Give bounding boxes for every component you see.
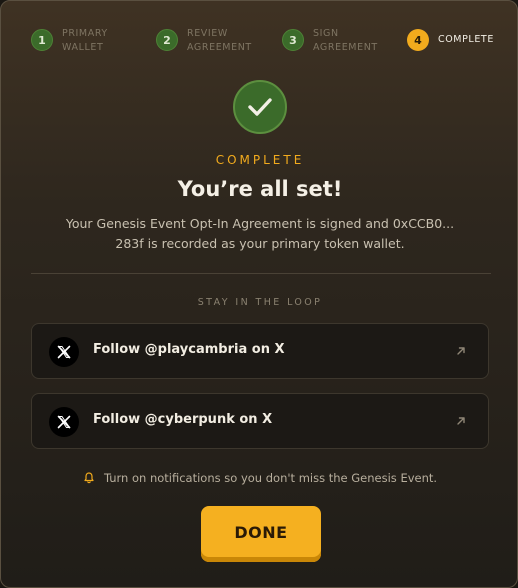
follow-link-label: Follow @playcambria on X: [93, 342, 285, 357]
divider: [31, 273, 491, 274]
follow-cyberpunk-link[interactable]: Follow @cyberpunk on X: [31, 393, 489, 449]
check-icon: [248, 98, 272, 116]
external-link-icon: [457, 347, 465, 355]
step-label: PRIMARY WALLET: [62, 27, 142, 55]
step-label-line: WALLET: [62, 42, 104, 53]
step-label: COMPLETE: [438, 34, 494, 45]
step-label-line: AGREEMENT: [313, 42, 378, 53]
step-label: REVIEW AGREEMENT: [187, 27, 267, 55]
step-label-line: REVIEW: [187, 28, 228, 39]
bell-icon: [84, 472, 94, 484]
progress-stepper: 1 PRIMARY WALLET 2 REVIEW AGREEMENT 3 SI…: [31, 27, 501, 57]
step-review-agreement: 2 REVIEW AGREEMENT: [156, 27, 267, 55]
done-button-label: DONE: [234, 523, 288, 542]
step-number: 1: [31, 29, 53, 51]
step-number: 2: [156, 29, 178, 51]
step-number: 4: [407, 29, 429, 51]
step-label-line: AGREEMENT: [187, 42, 252, 53]
step-sign-agreement: 3 SIGN AGREEMENT: [282, 27, 393, 55]
step-primary-wallet: 1 PRIMARY WALLET: [31, 27, 142, 55]
step-label-line: SIGN: [313, 28, 339, 39]
follow-link-label: Follow @cyberpunk on X: [93, 412, 273, 427]
success-badge: [233, 80, 287, 134]
x-logo-icon: [49, 337, 79, 367]
notification-notice: Turn on notifications so you don't miss …: [1, 471, 517, 485]
done-button[interactable]: DONE: [201, 506, 321, 562]
x-logo-icon: [49, 407, 79, 437]
step-number: 3: [282, 29, 304, 51]
step-label: SIGN AGREEMENT: [313, 27, 393, 55]
notice-text: Turn on notifications so you don't miss …: [103, 471, 438, 485]
completion-modal: 1 PRIMARY WALLET 2 REVIEW AGREEMENT 3 SI…: [0, 0, 518, 588]
status-label: COMPLETE: [215, 153, 305, 167]
page-title: You’re all set!: [177, 177, 343, 201]
follow-playcambria-link[interactable]: Follow @playcambria on X: [31, 323, 489, 379]
step-label-line: PRIMARY: [62, 28, 108, 39]
external-link-icon: [457, 417, 465, 425]
status-description: Your Genesis Event Opt-In Agreement is s…: [65, 216, 455, 251]
section-label-stay-in-loop: STAY IN THE LOOP: [197, 297, 323, 308]
step-complete: 4 COMPLETE: [407, 27, 517, 51]
